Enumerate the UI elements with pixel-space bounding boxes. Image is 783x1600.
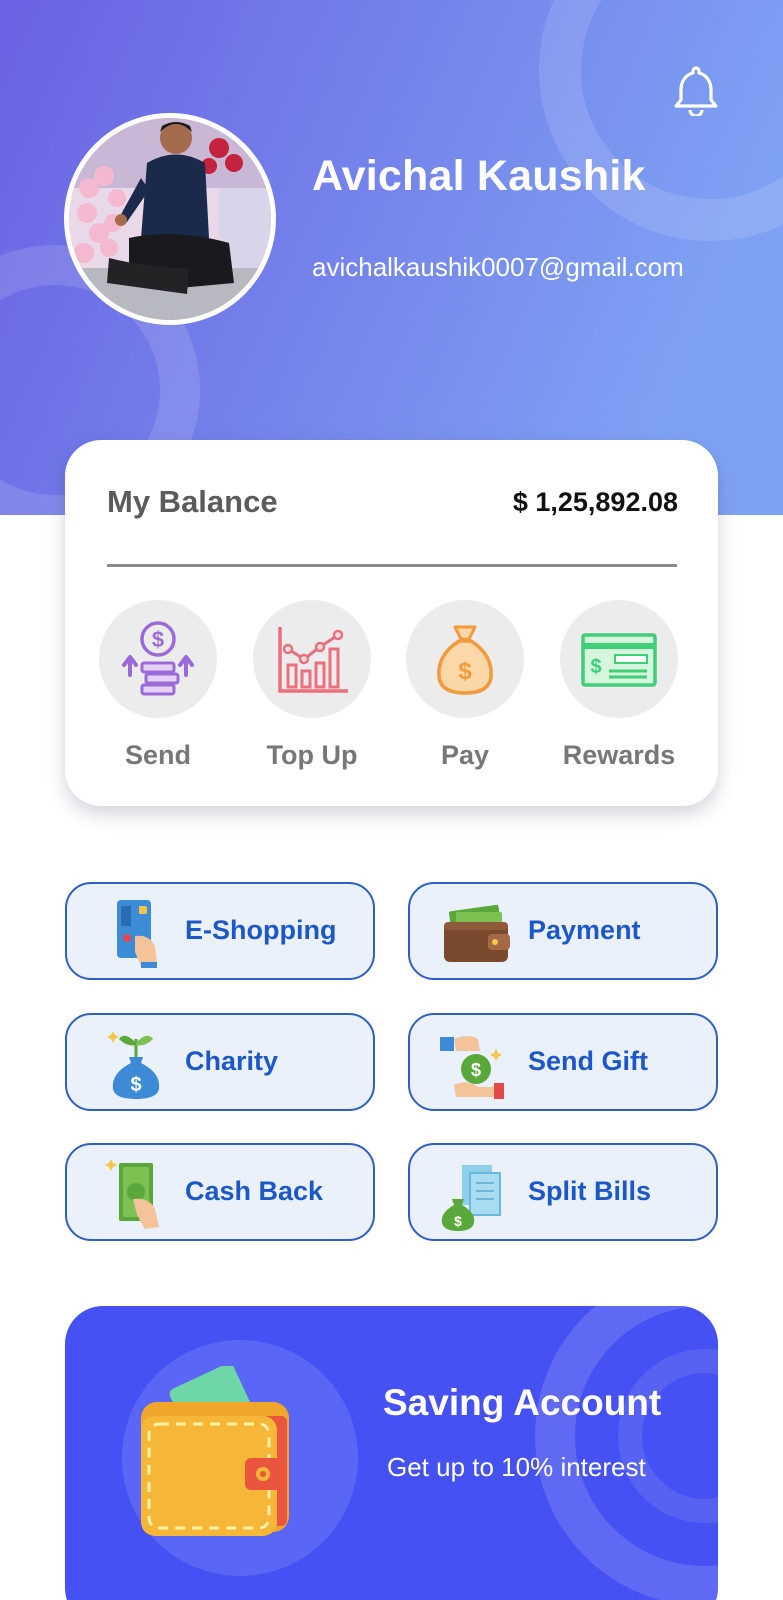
split-bills-label: Split Bills (528, 1176, 652, 1206)
send-money-icon: $ (99, 600, 217, 718)
chart-icon (253, 600, 371, 718)
send-gift-label: Send Gift (528, 1046, 648, 1076)
payment-label: Payment (528, 915, 641, 945)
svg-text:$: $ (471, 1060, 481, 1080)
e-shopping-label: E-Shopping (185, 915, 337, 945)
promo-title: Saving Account (383, 1382, 662, 1423)
plant-bag-icon: $ (105, 1027, 167, 1101)
svg-text:$: $ (590, 656, 601, 678)
split-bills-button[interactable]: $ Split Bills (408, 1143, 718, 1241)
svg-text:$: $ (152, 627, 164, 652)
saving-account-card[interactable]: Saving Account Get up to 10% interest (65, 1306, 718, 1600)
rewards-label: Rewards (562, 740, 676, 770)
charity-button[interactable]: $ Charity (65, 1013, 375, 1111)
send-gift-button[interactable]: $ Send Gift (408, 1013, 718, 1111)
cash-back-button[interactable]: Cash Back (65, 1143, 375, 1241)
card-hand-icon (105, 896, 167, 970)
top-up-label: Top Up (266, 740, 358, 770)
bills-icon: $ (440, 1157, 502, 1231)
svg-text:$: $ (458, 658, 472, 685)
gift-exchange-icon: $ (438, 1027, 508, 1101)
cash-back-label: Cash Back (185, 1176, 324, 1206)
balance-amount: $ 1,25,892.08 (512, 487, 678, 517)
cheque-icon: $ (560, 600, 678, 718)
pay-button[interactable]: $ Pay (405, 600, 525, 780)
payment-button[interactable]: Payment (408, 882, 718, 980)
cash-hand-icon (105, 1157, 167, 1231)
balance-card: My Balance $ 1,25,892.08 $ Send Top Up $… (65, 440, 718, 806)
user-name: Avichal Kaushik (312, 152, 646, 200)
pay-label: Pay (440, 740, 490, 770)
svg-text:$: $ (130, 1074, 141, 1096)
charity-label: Charity (185, 1046, 279, 1076)
balance-divider (107, 564, 677, 567)
svg-text:$: $ (454, 1213, 462, 1229)
avatar[interactable] (64, 113, 276, 325)
rewards-button[interactable]: $ Rewards (559, 600, 679, 780)
send-label: Send (124, 740, 191, 770)
e-shopping-button[interactable]: E-Shopping (65, 882, 375, 980)
wallet-icon (442, 896, 512, 970)
bell-icon[interactable] (672, 64, 720, 118)
user-email: avichalkaushik0007@gmail.com (312, 252, 684, 282)
wallet-icon (135, 1363, 295, 1551)
send-button[interactable]: $ Send (98, 600, 218, 780)
top-up-button[interactable]: Top Up (252, 600, 372, 780)
money-bag-icon: $ (406, 600, 524, 718)
balance-label: My Balance (107, 484, 278, 519)
promo-subtitle: Get up to 10% interest (387, 1452, 646, 1482)
